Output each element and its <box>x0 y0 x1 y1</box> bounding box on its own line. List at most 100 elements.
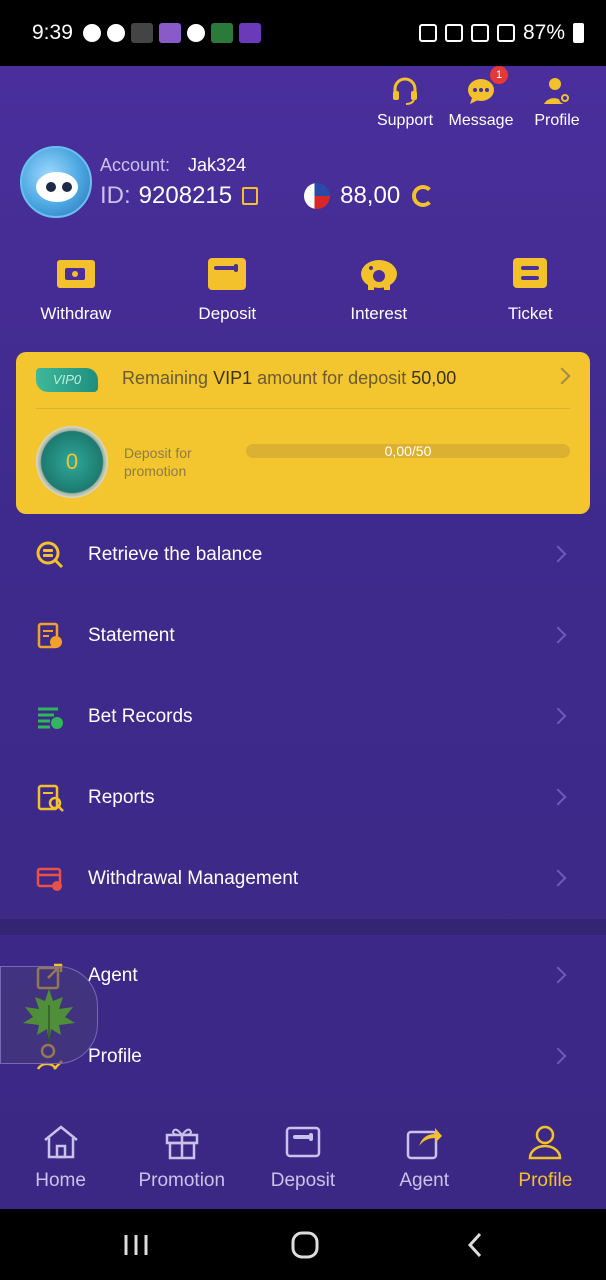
section-divider <box>0 919 606 935</box>
menu-item-statement[interactable]: Statement <box>0 595 606 676</box>
system-nav-bar <box>0 1209 606 1280</box>
refresh-icon[interactable] <box>412 184 435 207</box>
profile-top-label: Profile <box>534 112 580 129</box>
signal-icon <box>496 24 515 42</box>
chevron-right-icon <box>549 966 567 984</box>
withdraw-icon <box>56 260 95 288</box>
temu-icon <box>130 23 153 43</box>
wallet-icon <box>285 1126 321 1158</box>
messenger-icon <box>82 24 101 42</box>
status-bar: 9:39 87% <box>0 0 606 66</box>
nav-label: Profile <box>518 1170 573 1191</box>
menu-item-retrieve-balance[interactable]: Retrieve the balance <box>0 514 606 595</box>
floating-leaf-button[interactable] <box>0 966 98 1064</box>
headset-icon <box>393 77 417 105</box>
gift-icon <box>165 1128 199 1160</box>
menu-item-reports[interactable]: Reports <box>0 757 606 838</box>
system-icons: 87% <box>418 21 584 45</box>
user-details: Account: Jak324 ID: 9208215 88,00 <box>100 154 435 210</box>
app-notification-icon <box>238 23 261 43</box>
nav-deposit[interactable]: Deposit <box>242 1106 363 1209</box>
home-circle-icon[interactable] <box>290 1231 320 1259</box>
notification-icons <box>82 23 261 43</box>
mute-icon <box>444 24 463 42</box>
nav-profile[interactable]: Profile <box>485 1106 606 1209</box>
battery-percent: 87% <box>522 21 565 44</box>
vip-amount: 50,00 <box>411 368 457 388</box>
message-button[interactable]: 1 Message <box>448 66 514 130</box>
chevron-right-icon <box>549 1047 567 1065</box>
user-gear-icon <box>544 78 571 104</box>
philippines-flag-icon <box>304 182 331 209</box>
nav-label: Deposit <box>270 1170 336 1191</box>
progress-text: 0,00/50 <box>384 443 432 459</box>
nav-label: Agent <box>399 1170 449 1191</box>
user-info: Account: Jak324 ID: 9208215 88,00 <box>20 146 435 218</box>
home-icon <box>43 1125 78 1159</box>
deposit-promotion-label: Deposit for promotion <box>124 445 192 479</box>
piggy-bank-icon <box>360 260 397 290</box>
app-notification-icon <box>210 23 233 43</box>
menu-item-label: Agent <box>88 964 138 986</box>
deposit-progress-bar: 0,00/50 <box>246 443 570 459</box>
support-label: Support <box>376 112 434 129</box>
menu-item-label: Reports <box>88 786 155 808</box>
vip-badge: VIP0 <box>36 368 98 392</box>
nav-agent[interactable]: Agent <box>364 1106 485 1209</box>
recent-apps-icon[interactable] <box>122 1231 150 1259</box>
chevron-right-icon <box>549 707 567 725</box>
vip-text-middle: amount for deposit <box>257 368 407 388</box>
menu-item-bet-records[interactable]: Bet Records <box>0 676 606 757</box>
ticket-label: Ticket <box>507 304 553 323</box>
menu-item-label: Withdrawal Management <box>88 867 299 889</box>
chevron-right-icon <box>549 626 567 644</box>
avatar[interactable] <box>20 146 92 218</box>
top-nav: Support 1 Message Profile <box>374 66 588 130</box>
account-value: Jak324 <box>188 154 247 175</box>
bottom-nav: Home Promotion Deposit Agent Profile <box>0 1106 606 1209</box>
id-label: ID: <box>100 181 131 209</box>
status-time: 9:39 <box>32 21 73 44</box>
interest-button[interactable]: Interest <box>303 256 455 324</box>
chevron-right-icon <box>549 545 567 563</box>
nav-promotion[interactable]: Promotion <box>121 1106 242 1209</box>
vip-medal: 0 <box>36 426 108 498</box>
messenger-icon <box>106 24 125 42</box>
deposit-button[interactable]: Deposit <box>152 256 304 324</box>
chevron-right-icon <box>549 869 567 887</box>
back-icon[interactable] <box>462 1231 490 1259</box>
copy-icon[interactable] <box>242 186 259 205</box>
account-label: Account: <box>100 154 171 175</box>
maple-leaf-icon <box>23 989 75 1043</box>
withdrawal-card-icon <box>36 867 62 891</box>
menu-item-label: Retrieve the balance <box>88 543 263 565</box>
ticket-icon <box>513 258 548 288</box>
vip-card[interactable]: VIP0 Remaining VIP1 amount for deposit 5… <box>16 352 590 514</box>
vip-text-prefix: Remaining <box>122 368 209 388</box>
divider <box>36 408 570 409</box>
quick-actions: Withdraw Deposit Interest Ticket <box>0 256 606 324</box>
share-icon <box>406 1128 443 1160</box>
menu-item-label: Profile <box>88 1045 142 1067</box>
ticket-button[interactable]: Ticket <box>455 256 606 324</box>
vip-level: VIP1 <box>213 368 253 388</box>
nav-home[interactable]: Home <box>0 1106 121 1209</box>
chevron-right-icon <box>553 367 571 385</box>
profile-top-button[interactable]: Profile <box>526 76 588 130</box>
battery-icon <box>573 23 584 43</box>
user-icon <box>529 1125 562 1160</box>
vip-text: Remaining VIP1 amount for deposit 50,00 <box>122 368 456 389</box>
menu-item-withdrawal-management[interactable]: Withdrawal Management <box>0 838 606 919</box>
wifi-icon <box>470 24 489 42</box>
support-button[interactable]: Support <box>374 76 436 130</box>
withdraw-button[interactable]: Withdraw <box>0 256 152 324</box>
statement-icon <box>37 622 62 648</box>
app-notification-icon <box>186 24 205 42</box>
message-label: Message <box>448 112 514 129</box>
bet-records-icon <box>38 707 63 729</box>
alarm-icon <box>418 24 437 42</box>
wallet-icon <box>208 258 247 290</box>
menu-item-label: Bet Records <box>88 705 193 727</box>
withdraw-label: Withdraw <box>40 304 112 323</box>
coin-search-icon <box>36 541 64 568</box>
